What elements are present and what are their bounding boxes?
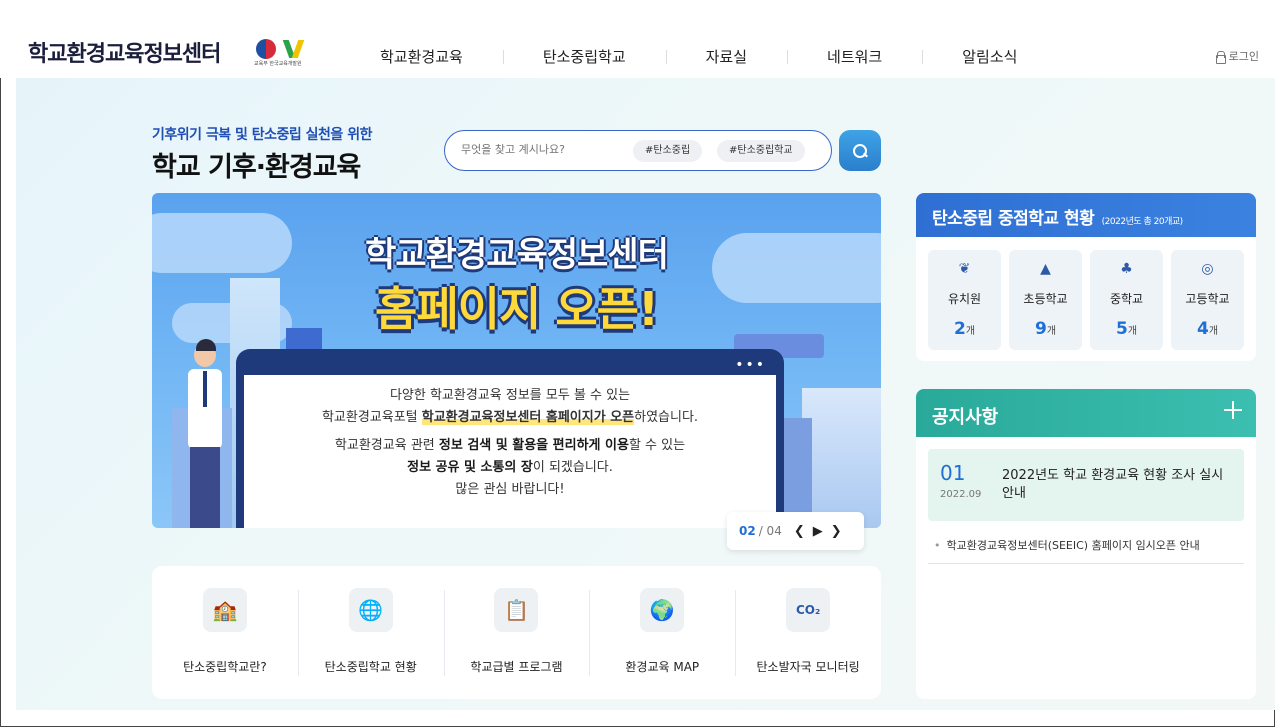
globe-pin-icon: 🌍 (640, 588, 685, 632)
pager-total: / 04 (758, 524, 782, 538)
person-illustration (186, 339, 224, 528)
more-dots-icon: ••• (735, 357, 766, 373)
logo-emblems (256, 38, 308, 60)
nav-item-news[interactable]: 알림소식 (922, 46, 1057, 67)
search-input[interactable] (461, 143, 611, 156)
monitor-titlebar: ••• (244, 357, 776, 375)
ministry-emblem-icon (256, 39, 276, 59)
school-level-count: 9개 (1034, 319, 1057, 339)
chevron-right-icon[interactable]: ❯ (831, 524, 842, 539)
banner-message-line4: 정보 공유 및 소통의 장이 되겠습니다. (407, 460, 613, 475)
quick-links: 🏫 탄소중립학교란? 🌐 탄소중립학교 현황 📋 학교급별 프로그램 🌍 환경교… (152, 566, 881, 699)
divider (928, 563, 1244, 564)
featured-notice[interactable]: 01 2022.09 2022년도 학교 환경교육 현황 조사 실시 안내 (928, 449, 1244, 521)
school-level-card-elementary[interactable]: ▲ 초등학교 9개 (1009, 250, 1082, 350)
quick-link-carbon-school-status[interactable]: 🌐 탄소중립학교 현황 (297, 566, 444, 699)
notices-panel: 공지사항 01 2022.09 2022년도 학교 환경교육 현황 조사 실시 … (916, 389, 1256, 699)
school-level-card-high[interactable]: ◎ 고등학교 4개 (1171, 250, 1244, 350)
school-illustration (802, 388, 881, 528)
carbon-schools-note: (2022년도 총 20개교) (1101, 217, 1184, 227)
banner-message-line2: 학교환경교육포털 학교환경교육정보센터 홈페이지가 오픈하였습니다. (321, 410, 699, 425)
kedi-emblem-icon (282, 38, 308, 60)
nav-item-network[interactable]: 네트워크 (787, 46, 922, 67)
monitor-illustration: ••• 다양한 학교환경교육 정보를 모두 볼 수 있는 학교환경교육포털 학교… (236, 349, 784, 528)
pager-current: 02 (739, 524, 756, 538)
school-level-name: 초등학교 (1023, 292, 1068, 306)
quick-link-label: 탄소중립학교 현황 (324, 660, 417, 674)
carbon-schools-panel: 탄소중립 중점학교 현황 (2022년도 총 20개교) ❦ 유치원 2개 ▲ … (916, 193, 1256, 361)
quick-link-carbon-footprint[interactable]: CO₂ 탄소발자국 모니터링 (735, 566, 881, 699)
login-label: 로그인 (1228, 50, 1259, 63)
carbon-schools-header: 탄소중립 중점학교 현황 (2022년도 총 20개교) (916, 193, 1256, 237)
main-nav: 학교환경교육 탄소중립학교 자료실 네트워크 알림소식 (340, 46, 1057, 67)
login-link[interactable]: 로그인 (1215, 48, 1259, 64)
co2-footprint-icon: CO₂ (786, 588, 831, 632)
banner-title-line1: 학교환경교육정보센터 (365, 235, 669, 275)
notice-list-item[interactable]: 학교환경교육정보센터(SEEIC) 홈페이지 임시오픈 안내 (934, 537, 1200, 553)
nav-item-school-env-edu[interactable]: 학교환경교육 (340, 46, 503, 67)
school-level-count: 2개 (953, 319, 976, 339)
chevron-left-icon[interactable]: ❮ (794, 524, 805, 539)
school-level-name: 고등학교 (1185, 292, 1230, 306)
banner-message-line5: 많은 관심 바랍니다! (455, 482, 565, 497)
notices-header: 공지사항 (916, 389, 1256, 437)
play-icon[interactable]: ▶ (813, 524, 823, 539)
featured-notice-day: 01 (940, 461, 966, 485)
search-tag-carbon[interactable]: #탄소중립 (633, 140, 703, 162)
quick-link-programs-by-level[interactable]: 📋 학교급별 프로그램 (443, 566, 590, 699)
school-level-card-kindergarten[interactable]: ❦ 유치원 2개 (928, 250, 1001, 350)
search-icon (853, 143, 867, 158)
mountain-icon: ▲ (1040, 261, 1051, 277)
globe-recycle-icon: 🌐 (348, 588, 393, 632)
search-button[interactable] (839, 130, 881, 171)
site-logo[interactable]: 학교환경교육정보센터 (28, 36, 221, 68)
notices-title: 공지사항 (932, 407, 999, 428)
sprout-icon: ❦ (958, 261, 971, 277)
site-header: 학교환경교육정보센터 교육부 한국교육개발원 학교환경교육 탄소중립학교 자료실… (0, 0, 1275, 78)
emblem-caption: 교육부 한국교육개발원 (254, 61, 302, 67)
lock-icon (1215, 50, 1226, 64)
banner-message-line1: 다양한 학교환경교육 정보를 모두 볼 수 있는 (389, 388, 631, 403)
quick-link-label: 학교급별 프로그램 (470, 660, 563, 674)
quick-link-env-edu-map[interactable]: 🌍 환경교육 MAP (589, 566, 735, 699)
school-level-name: 유치원 (947, 292, 982, 306)
carbon-schools-title: 탄소중립 중점학교 현황 (932, 209, 1095, 229)
featured-notice-date: 2022.09 (940, 489, 982, 500)
search-tag-carbon-school[interactable]: #탄소중립학교 (717, 140, 805, 162)
school-level-name: 중학교 (1109, 292, 1144, 306)
banner-title-line2: 홈페이지 오픈! (375, 282, 659, 336)
hero-subtitle: 기후위기 극복 및 탄소중립 실천을 위한 (152, 127, 372, 143)
quick-link-label: 탄소중립학교란? (183, 660, 267, 674)
school-level-count: 4개 (1196, 319, 1219, 339)
banner-pager: 02 / 04 ❮ ▶ ❯ (727, 512, 864, 550)
quick-link-label: 탄소발자국 모니터링 (756, 660, 860, 674)
featured-notice-title: 2022년도 학교 환경교육 현황 조사 실시 안내 (1002, 468, 1224, 501)
banner-message-line3: 학교환경교육 관련 정보 검색 및 활용을 편리하게 이용할 수 있는 (334, 438, 686, 453)
nav-item-carbon-school[interactable]: 탄소중립학교 (502, 46, 666, 67)
school-level-card-middle[interactable]: ♣ 중학교 5개 (1090, 250, 1163, 350)
carbon-schools-cards: ❦ 유치원 2개 ▲ 초등학교 9개 ♣ 중학교 5개 ◎ 고등학교 4개 (928, 250, 1244, 350)
trees-icon: ♣ (1120, 261, 1133, 277)
school-icon: 🏫 (202, 588, 247, 632)
hero-banner[interactable]: 학교환경교육정보센터 홈페이지 오픈! ••• 다양한 학교환경교육 정보를 모… (152, 193, 881, 528)
hero-title: 학교 기후·환경교육 (152, 152, 361, 183)
school-level-count: 5개 (1115, 319, 1138, 339)
plus-icon[interactable] (1224, 401, 1242, 419)
search-bar: #탄소중립 #탄소중립학교 (444, 130, 832, 171)
nav-item-resources[interactable]: 자료실 (665, 46, 787, 67)
quick-link-label: 환경교육 MAP (625, 660, 700, 674)
globe-icon: ◎ (1201, 261, 1214, 277)
presentation-board-icon: 📋 (494, 588, 539, 632)
quick-link-about-carbon-school[interactable]: 🏫 탄소중립학교란? (152, 566, 298, 699)
banner-message: 다양한 학교환경교육 정보를 모두 볼 수 있는 학교환경교육포털 학교환경교육… (244, 385, 776, 501)
